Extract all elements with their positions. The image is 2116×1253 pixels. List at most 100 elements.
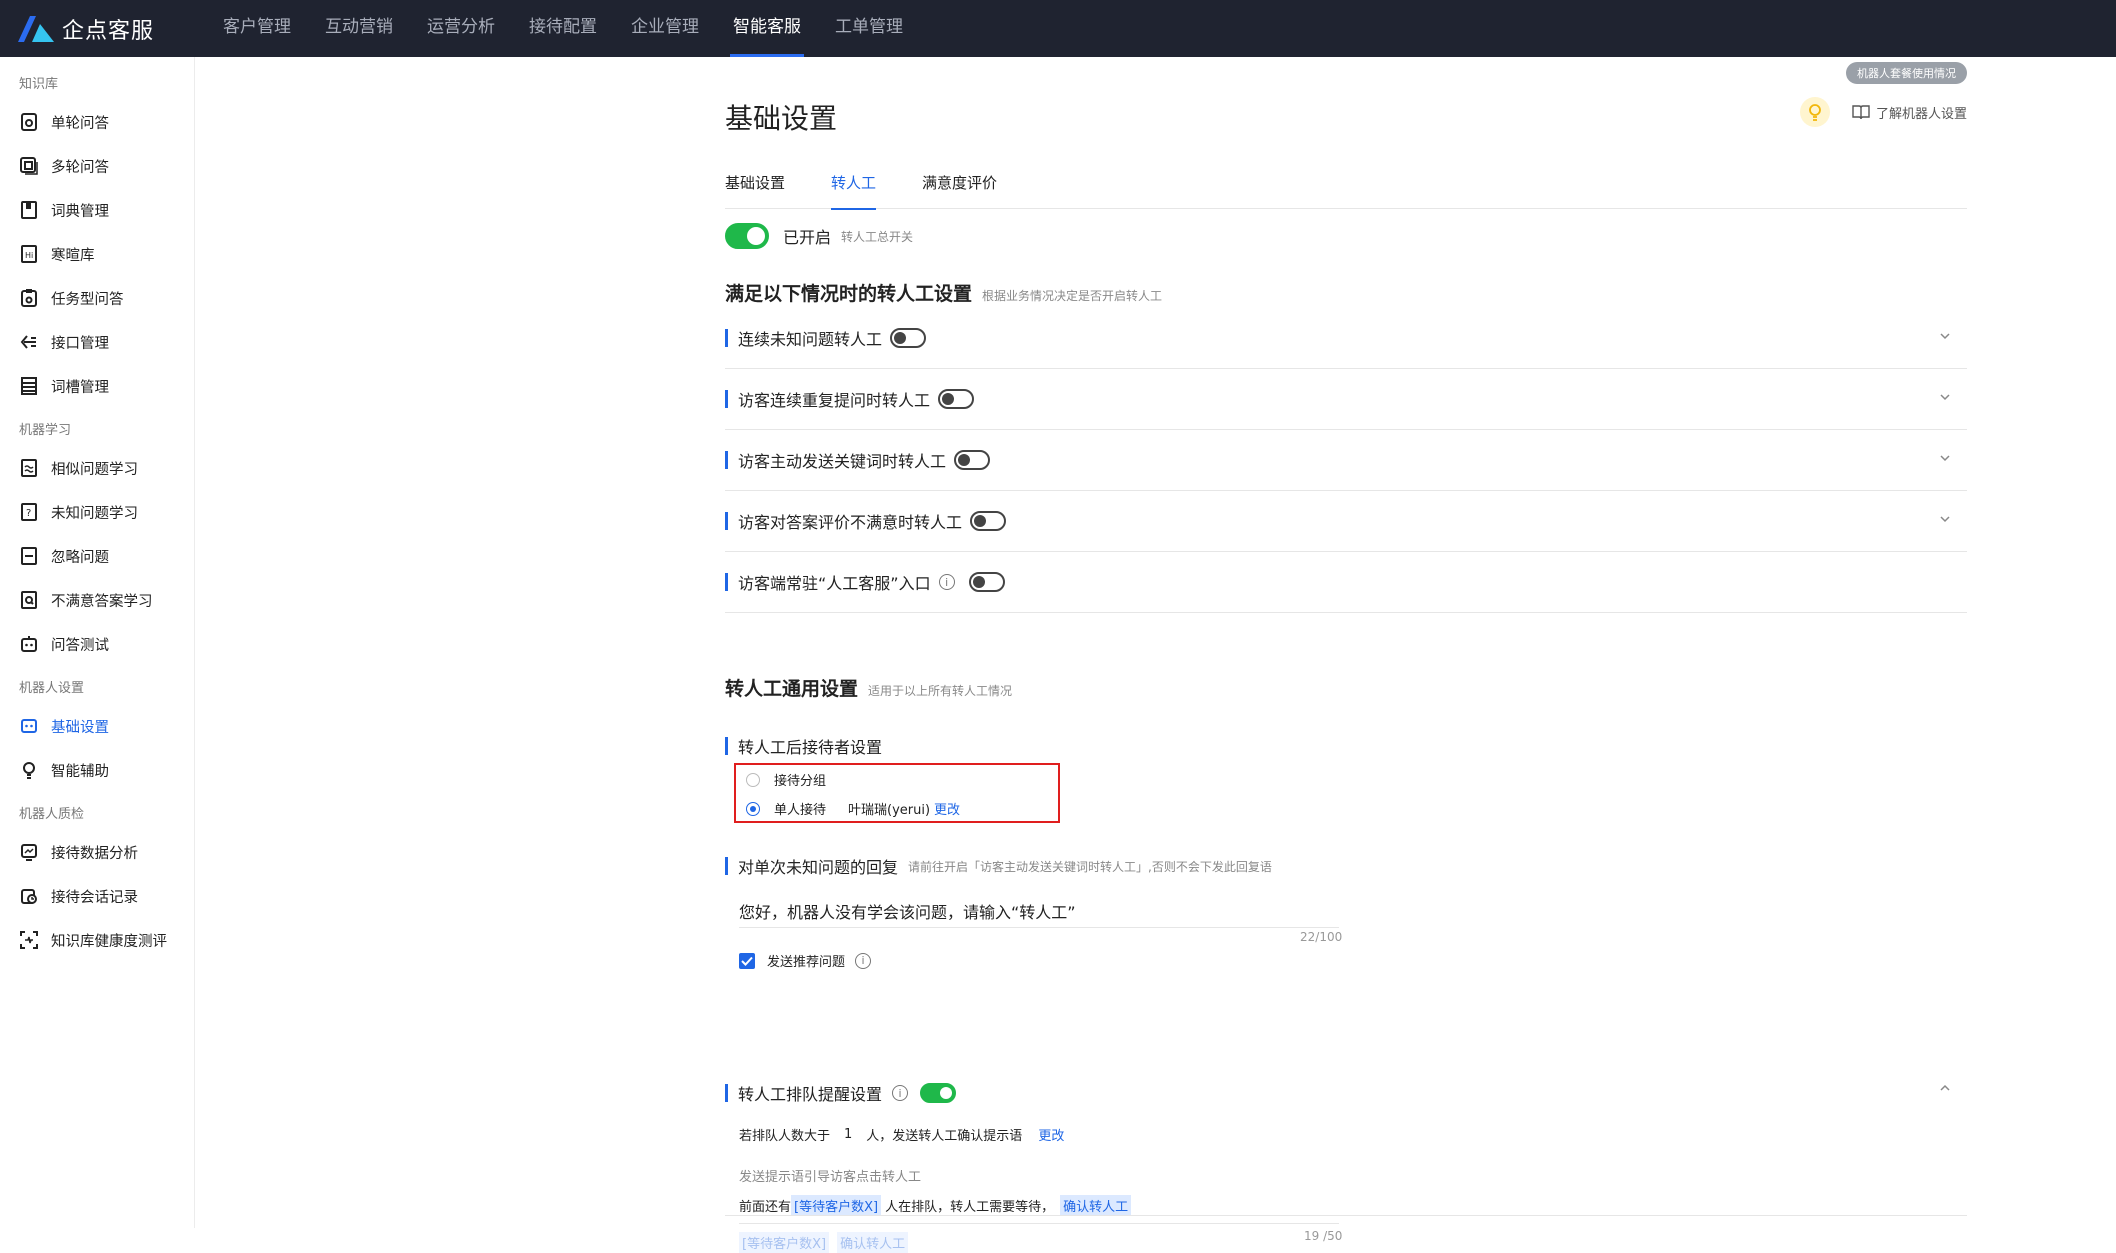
tab-basic-settings[interactable]: 基础设置 [725,169,785,209]
rule-label: 连续未知问题转人工 [738,330,883,349]
insert-tag-confirm[interactable]: 确认转人工 [837,1232,909,1253]
sidebar-item-slot[interactable]: 词槽管理 [0,364,194,408]
data-analysis-icon [20,843,38,861]
sidebar-item-label: 智能辅助 [51,763,109,780]
queue-message-input[interactable]: 前面还有 [等待客户数X] 人在排队，转人工需要等待， 确认转人工 [739,1195,1135,1216]
multi-qa-icon [20,157,38,175]
radio-option-group[interactable]: 接待分组 [746,770,826,789]
rule-toggle-resident-entry[interactable] [968,572,1005,592]
unknown-reply-hint: 请前往开启「访客主动发送关键词时转人工」,否则不会下发此回复语 [908,859,1272,874]
sidebar-item-similar-learning[interactable]: 相似问题学习 [0,446,194,490]
sidebar-item-unsatisfied-learning[interactable]: 不满意答案学习 [0,578,194,622]
info-icon[interactable]: i [938,574,955,590]
radio-label: 单人接待 [774,803,827,818]
nav-customer-management[interactable]: 客户管理 [206,0,308,57]
insert-tag-waiting-count[interactable]: [等待客户数X] [739,1232,830,1253]
sidebar-item-smart-assist[interactable]: 智能辅助 [0,748,194,792]
robot-usage-badge[interactable]: 机器人套餐使用情况 [1846,62,1967,84]
radio-group[interactable] [746,772,760,787]
rule-label: 访客端常驻“人工客服”入口 [738,574,931,593]
nav-operations-analysis[interactable]: 运营分析 [410,0,512,57]
msg-part1: 前面还有 [739,1200,792,1215]
nav-interactive-marketing[interactable]: 互动营销 [308,0,410,57]
logo-icon [18,15,54,42]
slot-icon [20,377,38,395]
unknown-reply-input[interactable]: 您好，机器人没有学会该问题，请输入“转人工” [739,899,1076,923]
sidebar-item-greetings[interactable]: Hi 寒暄库 [0,232,194,276]
change-person-link[interactable]: 更改 [934,799,960,818]
help-link-label: 了解机器人设置 [1875,106,1967,122]
master-switch-hint: 转人工总开关 [841,229,914,244]
rule-marker [725,573,728,591]
transfer-master-toggle[interactable] [725,223,769,249]
sidebar-item-label: 接待会话记录 [51,889,138,906]
dictionary-icon [20,201,38,219]
nav-smart-service[interactable]: 智能客服 [716,0,818,57]
sidebar-item-label: 词典管理 [51,203,109,220]
learn-robot-settings-link[interactable]: 了解机器人设置 [1852,103,1967,122]
sidebar-item-label: 任务型问答 [51,291,124,308]
general-section-title: 转人工通用设置 适用于以上所有转人工情况 [725,674,1012,701]
rule-marker [725,451,728,469]
brand-logo[interactable]: 企点客服 [16,13,206,45]
general-hint: 适用于以上所有转人工情况 [868,684,1013,698]
sidebar-item-single-qa[interactable]: 单轮问答 [0,100,194,144]
page-title: 基础设置 [725,102,838,135]
sidebar-item-session-records[interactable]: 接待会话记录 [0,874,194,918]
nav-enterprise-management[interactable]: 企业管理 [614,0,716,57]
rule-toggle-repeat-question[interactable] [938,389,975,409]
chevron-down-icon[interactable] [1939,330,1951,342]
queue-guide-text: 发送提示语引导访客点击转人工 [739,1170,922,1185]
tips-bulb-icon[interactable] [1799,97,1830,127]
rule-toggle-consecutive-unknown[interactable] [890,328,927,348]
receiver-options-highlight: 接待分组 单人接待 叶瑞瑞(yerui) 更改 [734,763,1060,823]
sidebar-item-ignored[interactable]: 忽略问题 [0,534,194,578]
rule-label: 访客连续重复提问时转人工 [738,391,931,410]
unknown-reply-title-text: 对单次未知问题的回复 [738,858,899,877]
task-qa-icon [20,289,38,307]
chevron-down-icon[interactable] [1939,391,1951,403]
reply-char-counter: 22/100 [1300,930,1343,944]
section-marker [725,857,728,875]
sidebar-item-label: 接待数据分析 [51,845,138,862]
sidebar-item-unknown-learning[interactable]: ? 未知问题学习 [0,490,194,534]
radio-option-single[interactable]: 单人接待 叶瑞瑞(yerui) 更改 [746,799,960,818]
sidebar-item-multi-qa[interactable]: 多轮问答 [0,144,194,188]
checkbox-label: 发送推荐问题 [767,955,846,970]
nav-reception-config[interactable]: 接待配置 [512,0,614,57]
general-title-text: 转人工通用设置 [725,678,859,700]
queue-guide-label: 发送提示语引导访客点击转人工 [739,1166,921,1185]
queue-reminder-toggle[interactable] [920,1083,957,1103]
help-area: 了解机器人设置 [1799,97,1967,127]
queue-change-link[interactable]: 更改 [1038,1125,1064,1144]
rule-marker [725,512,728,530]
sidebar-item-dictionary[interactable]: 词典管理 [0,188,194,232]
sidebar-item-task-qa[interactable]: 任务型问答 [0,276,194,320]
sidebar-item-reception-data[interactable]: 接待数据分析 [0,830,194,874]
nav-ticket-management[interactable]: 工单管理 [818,0,920,57]
tab-transfer-to-human[interactable]: 转人工 [831,169,877,210]
rule-toggle-unsatisfied[interactable] [970,511,1007,531]
brand-name: 企点客服 [62,18,155,44]
svg-text:?: ? [26,508,31,519]
sidebar-group-machine-learning: 机器学习 [19,423,72,438]
sidebar: 知识库 单轮问答 多轮问答 词典管理 Hi 寒暄库 任务型问答 接口管理 词槽管… [0,57,195,1228]
chevron-down-icon[interactable] [1939,513,1951,525]
receiver-settings-title: 转人工后接待者设置 [725,734,882,758]
info-icon[interactable]: i [855,952,872,969]
chevron-up-icon[interactable] [1939,1082,1951,1094]
sidebar-item-basic-settings[interactable]: 基础设置 [0,704,194,748]
chevron-down-icon[interactable] [1939,452,1951,464]
sidebar-item-api[interactable]: 接口管理 [0,320,194,364]
tab-satisfaction[interactable]: 满意度评价 [922,169,997,209]
send-recommended-checkbox[interactable] [739,952,755,969]
ignore-icon [20,547,38,565]
rule-toggle-keyword[interactable] [954,450,991,470]
single-qa-icon [20,113,38,131]
info-icon[interactable]: i [892,1085,909,1101]
sidebar-item-qa-test[interactable]: 问答测试 [0,622,194,666]
sidebar-item-kb-health[interactable]: 知识库健康度测评 [0,918,194,962]
sidebar-item-label: 接口管理 [51,335,109,352]
conditions-title-text: 满足以下情况时的转人工设置 [725,283,973,305]
radio-single[interactable] [746,801,760,816]
